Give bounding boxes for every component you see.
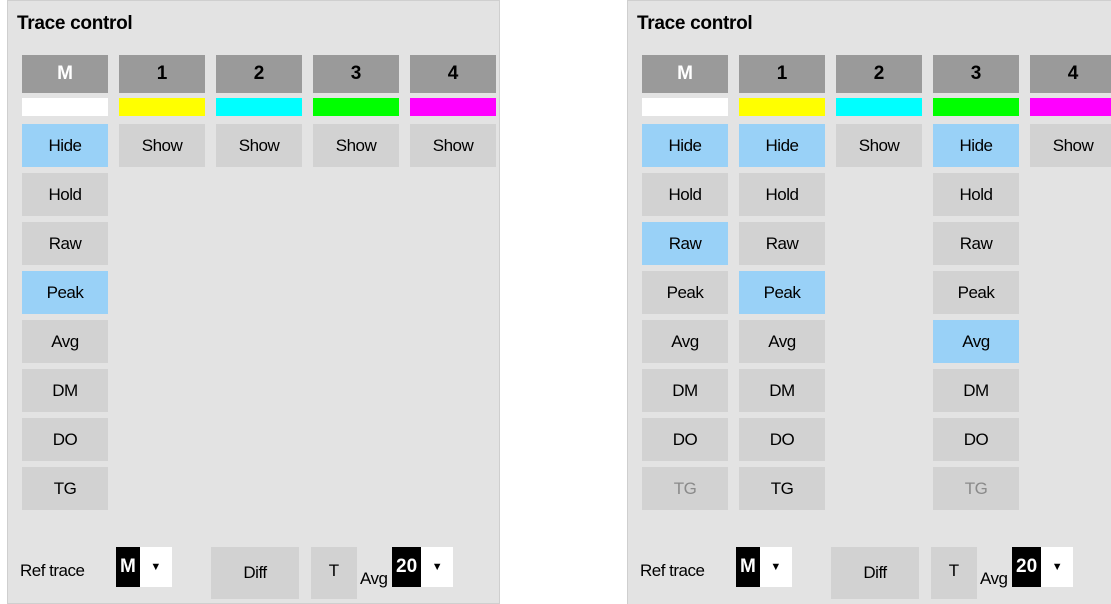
- raw-toggle[interactable]: Raw: [933, 222, 1019, 265]
- peak-toggle[interactable]: Peak: [22, 271, 108, 314]
- chevron-down-icon[interactable]: ▼: [139, 547, 172, 587]
- peak-toggle[interactable]: Peak: [739, 271, 825, 314]
- avg-count-value: 20: [1012, 547, 1042, 587]
- show-hide-toggle[interactable]: Hide: [642, 124, 728, 167]
- chevron-down-icon[interactable]: ▼: [759, 547, 792, 587]
- avg-count-dropdown[interactable]: 20 ▼: [1012, 547, 1074, 587]
- trace-column-1: 1 Show: [119, 55, 205, 167]
- chevron-down-icon[interactable]: ▼: [421, 547, 454, 587]
- trace-header: 1: [119, 55, 205, 93]
- show-hide-toggle[interactable]: Hide: [933, 124, 1019, 167]
- trace-header: 3: [933, 55, 1019, 93]
- show-hide-toggle[interactable]: Show: [313, 124, 399, 167]
- trace-header: 2: [836, 55, 922, 93]
- ref-trace-label: Ref trace: [640, 561, 705, 580]
- trace-header: M: [642, 55, 728, 93]
- trace-control-panel-right: Trace control M Hide Hold Raw Peak Avg DM DO TG 1…: [627, 0, 1111, 604]
- chevron-down-icon[interactable]: ▼: [1041, 547, 1074, 587]
- trace-header: 4: [410, 55, 496, 93]
- trace-color-swatch: [933, 98, 1019, 116]
- ref-trace-value: M: [736, 547, 760, 587]
- avg-toggle[interactable]: Avg: [739, 320, 825, 363]
- ref-trace-dropdown[interactable]: M ▼: [736, 547, 792, 587]
- do-toggle[interactable]: DO: [642, 418, 728, 461]
- trace-header: 3: [313, 55, 399, 93]
- avg-toggle[interactable]: Avg: [22, 320, 108, 363]
- do-toggle[interactable]: DO: [933, 418, 1019, 461]
- avg-count-dropdown[interactable]: 20 ▼: [392, 547, 454, 587]
- trace-header: 1: [739, 55, 825, 93]
- bottom-bar: Ref trace M ▼ Diff T Avg 20 ▼: [628, 547, 1111, 599]
- raw-toggle[interactable]: Raw: [642, 222, 728, 265]
- dm-toggle[interactable]: DM: [642, 369, 728, 412]
- trace-column-2: 2 Show: [216, 55, 302, 167]
- raw-toggle[interactable]: Raw: [739, 222, 825, 265]
- hold-toggle[interactable]: Hold: [642, 173, 728, 216]
- ref-trace-label: Ref trace: [20, 561, 85, 580]
- trace-color-swatch: [739, 98, 825, 116]
- trace-column-1: 1 Hide Hold Raw Peak Avg DM DO TG: [739, 55, 825, 510]
- trace-color-swatch: [216, 98, 302, 116]
- trace-control-panel-left: Trace control M Hide Hold Raw Peak Avg DM DO TG 1…: [7, 0, 500, 604]
- show-hide-toggle[interactable]: Show: [216, 124, 302, 167]
- avg-label: Avg: [980, 569, 1008, 588]
- show-hide-toggle[interactable]: Show: [119, 124, 205, 167]
- do-toggle[interactable]: DO: [739, 418, 825, 461]
- diff-button[interactable]: Diff: [211, 547, 299, 599]
- avg-count-value: 20: [392, 547, 422, 587]
- trace-color-swatch: [119, 98, 205, 116]
- trace-color-swatch: [313, 98, 399, 116]
- t-button[interactable]: T: [931, 547, 977, 599]
- trace-column-m: M Hide Hold Raw Peak Avg DM DO TG: [642, 55, 728, 510]
- peak-toggle[interactable]: Peak: [933, 271, 1019, 314]
- hold-toggle[interactable]: Hold: [933, 173, 1019, 216]
- do-toggle[interactable]: DO: [22, 418, 108, 461]
- hold-toggle[interactable]: Hold: [22, 173, 108, 216]
- trace-color-swatch: [22, 98, 108, 116]
- trace-header: M: [22, 55, 108, 93]
- avg-toggle[interactable]: Avg: [933, 320, 1019, 363]
- dm-toggle[interactable]: DM: [933, 369, 1019, 412]
- avg-toggle[interactable]: Avg: [642, 320, 728, 363]
- peak-toggle[interactable]: Peak: [642, 271, 728, 314]
- tg-toggle[interactable]: TG: [22, 467, 108, 510]
- tg-toggle[interactable]: TG: [933, 467, 1019, 510]
- trace-column-3: 3 Show: [313, 55, 399, 167]
- show-hide-toggle[interactable]: Show: [410, 124, 496, 167]
- trace-color-swatch: [410, 98, 496, 116]
- show-hide-toggle[interactable]: Show: [836, 124, 922, 167]
- tg-toggle[interactable]: TG: [642, 467, 728, 510]
- avg-label: Avg: [360, 569, 388, 588]
- trace-color-swatch: [1030, 98, 1111, 116]
- trace-column-4: 4 Show: [410, 55, 496, 167]
- tg-toggle[interactable]: TG: [739, 467, 825, 510]
- trace-header: 2: [216, 55, 302, 93]
- dm-toggle[interactable]: DM: [739, 369, 825, 412]
- diff-button[interactable]: Diff: [831, 547, 919, 599]
- trace-column-m: M Hide Hold Raw Peak Avg DM DO TG: [22, 55, 108, 510]
- panel-title: Trace control: [637, 13, 753, 34]
- t-button[interactable]: T: [311, 547, 357, 599]
- trace-color-swatch: [836, 98, 922, 116]
- dm-toggle[interactable]: DM: [22, 369, 108, 412]
- show-hide-toggle[interactable]: Hide: [739, 124, 825, 167]
- raw-toggle[interactable]: Raw: [22, 222, 108, 265]
- panel-title: Trace control: [17, 13, 133, 34]
- bottom-bar: Ref trace M ▼ Diff T Avg 20 ▼: [8, 547, 499, 599]
- show-hide-toggle[interactable]: Show: [1030, 124, 1111, 167]
- trace-column-2: 2 Show: [836, 55, 922, 167]
- trace-header: 4: [1030, 55, 1111, 93]
- ref-trace-value: M: [116, 547, 140, 587]
- trace-color-swatch: [642, 98, 728, 116]
- ref-trace-dropdown[interactable]: M ▼: [116, 547, 172, 587]
- trace-column-4: 4 Show: [1030, 55, 1111, 167]
- show-hide-toggle[interactable]: Hide: [22, 124, 108, 167]
- trace-column-3: 3 Hide Hold Raw Peak Avg DM DO TG: [933, 55, 1019, 510]
- hold-toggle[interactable]: Hold: [739, 173, 825, 216]
